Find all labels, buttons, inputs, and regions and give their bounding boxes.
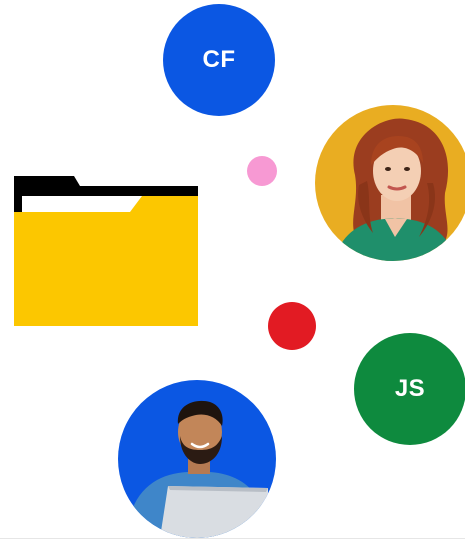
person-avatar-photo-icon [118, 380, 276, 538]
avatar-photo-man [118, 380, 276, 538]
avatar-photo-woman [315, 105, 465, 261]
avatar-js: JS [354, 333, 465, 445]
person-avatar-photo-icon [315, 105, 465, 261]
avatar-cf-initials: CF [202, 46, 236, 73]
avatar-cf: CF [163, 4, 275, 116]
pink-dot [247, 156, 277, 186]
red-dot [268, 302, 316, 350]
avatar-js-initials: JS [394, 375, 426, 402]
folder-icon [14, 176, 198, 326]
